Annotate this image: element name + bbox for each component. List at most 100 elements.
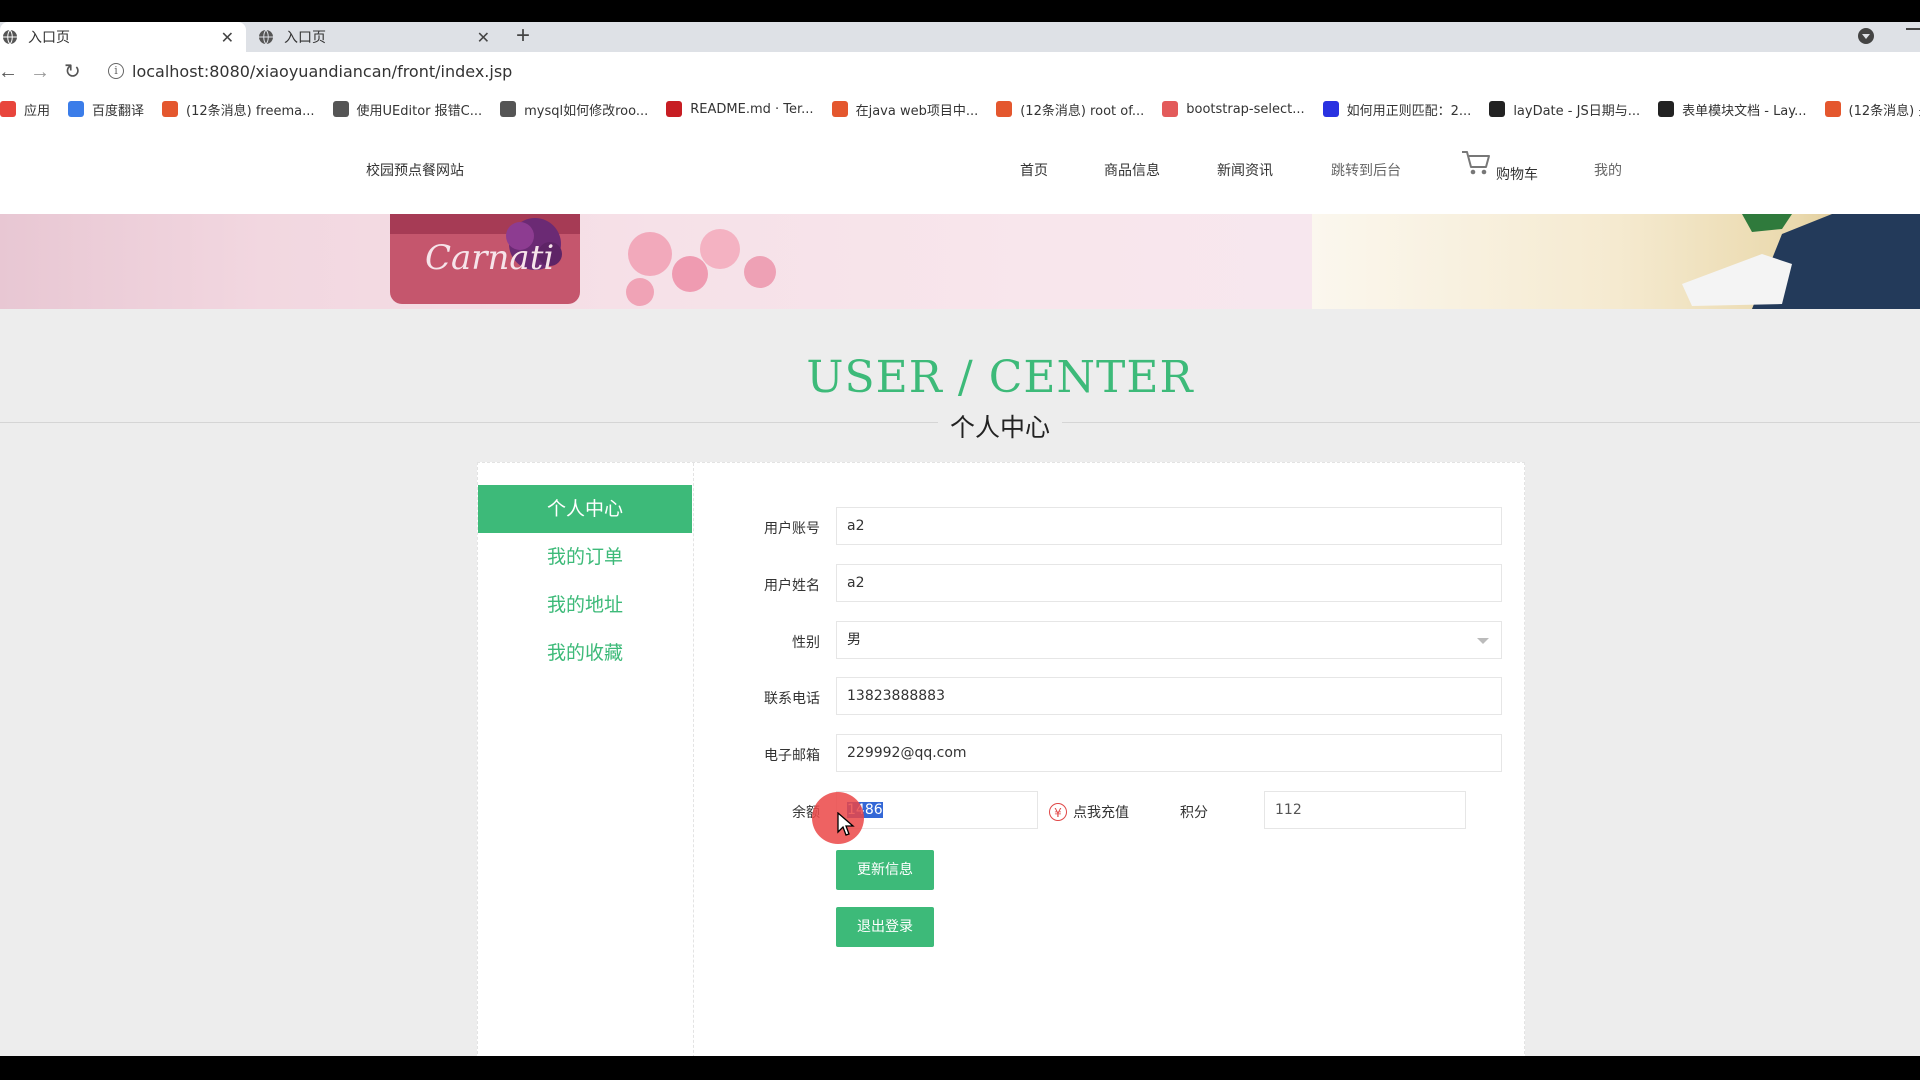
tab-title: 入口页 — [284, 30, 326, 46]
close-tab-icon[interactable]: ✕ — [221, 28, 234, 47]
user-center-panel: 个人中心 我的订单 我的地址 我的收藏 用户账号 a2 用户姓名 a2 性别 男… — [477, 462, 1525, 1056]
update-info-button[interactable]: 更新信息 — [836, 850, 934, 890]
tab-title: 入口页 — [28, 30, 70, 46]
bookmark-label: (12条消息) freema... — [186, 103, 315, 119]
svg-text:Carnati: Carnati — [425, 238, 554, 278]
site-brand[interactable]: 校园预点餐网站 — [366, 160, 464, 180]
banner-product-image — [1682, 214, 1920, 309]
promo-banner[interactable]: Carnati — [0, 214, 1920, 309]
layui-icon — [1658, 101, 1675, 117]
url-field[interactable]: localhost:8080/xiaoyuandiancan/front/ind… — [132, 62, 512, 81]
bookmark-item[interactable]: 百度翻译 — [68, 100, 144, 119]
nav-admin[interactable]: 跳转到后台 — [1331, 160, 1401, 180]
bookmark-item[interactable]: 如何用正则匹配：2... — [1322, 100, 1472, 119]
bookmark-item[interactable]: 在java web项目中... — [831, 100, 979, 119]
bookmark-item[interactable]: bootstrap-select... — [1162, 101, 1305, 117]
bookmark-item[interactable]: README.md · Ter... — [666, 101, 814, 117]
bookmark-label: 表单模块文档 - Lay... — [1682, 103, 1807, 119]
recharge-link[interactable]: ¥ 点我充值 — [1049, 802, 1129, 822]
tab-search-icon[interactable] — [1858, 28, 1874, 44]
page-title-cn: 个人中心 — [938, 408, 1062, 444]
bookmark-item[interactable]: 使用UEditor 报错C... — [332, 100, 483, 119]
bookmarks-bar: 应用 百度翻译 (12条消息) freema... 使用UEditor 报错C... m… — [0, 92, 1920, 127]
bookmark-label: (12条消息) 关于lay... — [1848, 103, 1920, 119]
site-info-icon[interactable]: i — [108, 63, 124, 79]
bookmark-item[interactable]: layDate - JS日期与... — [1489, 100, 1640, 119]
gitee-icon — [666, 101, 683, 117]
sidebar-item-profile[interactable]: 个人中心 — [478, 485, 692, 533]
cnblogs-icon — [1162, 101, 1179, 117]
minimize-icon[interactable] — [1906, 28, 1920, 30]
name-input[interactable]: a2 — [836, 564, 1502, 602]
balance-input[interactable]: 1486 — [836, 791, 1038, 829]
phone-label: 联系电话 — [764, 691, 820, 707]
ghost-icon — [332, 101, 349, 117]
reload-icon[interactable]: ↻ — [64, 62, 81, 82]
nav-mine[interactable]: 我的 — [1594, 160, 1622, 180]
mouse-pointer-icon — [837, 812, 855, 836]
bookmark-label: bootstrap-select... — [1186, 101, 1305, 117]
nav-news[interactable]: 新闻资讯 — [1217, 160, 1273, 180]
baidu-translate-icon — [68, 101, 85, 117]
browser-window: 入口页 ✕ 入口页 ✕ + ← → ↻ i localhost:8080/xia… — [0, 22, 1920, 1056]
name-label: 用户姓名 — [764, 578, 820, 594]
gender-select[interactable]: 男 — [836, 621, 1502, 659]
chevron-down-icon — [1477, 638, 1489, 644]
banner-slide-shoes — [1312, 214, 1920, 309]
bookmark-label: 应用 — [24, 103, 51, 119]
bookmark-label: README.md · Ter... — [690, 101, 814, 117]
site-header: 校园预点餐网站 首页 商品信息 新闻资讯 跳转到后台 购物车 我的 — [0, 126, 1920, 214]
tab-2[interactable]: 入口页 ✕ — [256, 22, 502, 52]
bookmark-label: 使用UEditor 报错C... — [356, 103, 483, 119]
bookmark-item[interactable]: (12条消息) 关于lay... — [1824, 100, 1920, 119]
account-input[interactable]: a2 — [836, 507, 1502, 545]
new-tab-button[interactable]: + — [516, 24, 530, 48]
email-label: 电子邮箱 — [764, 748, 820, 764]
sidebar-item-favorites[interactable]: 我的收藏 — [478, 629, 692, 677]
address-toolbar: ← → ↻ i localhost:8080/xiaoyuandiancan/f… — [0, 52, 1920, 92]
bookmark-item[interactable]: (12条消息) root of... — [996, 100, 1144, 119]
tab-1[interactable]: 入口页 ✕ — [0, 22, 246, 52]
bookmark-item[interactable]: (12条消息) freema... — [162, 100, 315, 119]
bookmark-label: (12条消息) root of... — [1020, 103, 1145, 119]
close-tab-icon[interactable]: ✕ — [477, 28, 490, 47]
nav-cart[interactable]: 购物车 — [1496, 164, 1538, 184]
bookmark-label: 如何用正则匹配：2... — [1346, 103, 1472, 119]
globe-icon — [3, 29, 17, 45]
yen-icon: ¥ — [1049, 803, 1067, 821]
nav-products[interactable]: 商品信息 — [1104, 160, 1160, 180]
sidebar: 个人中心 我的订单 我的地址 我的收藏 — [478, 463, 694, 1056]
bookmark-item[interactable]: 表单模块文档 - Lay... — [1658, 100, 1807, 119]
csdn-icon — [162, 101, 179, 117]
bookmark-label: 在java web项目中... — [855, 103, 979, 119]
sidebar-item-address[interactable]: 我的地址 — [478, 581, 692, 629]
forward-arrow-icon[interactable]: → — [30, 62, 50, 82]
bookmark-item[interactable]: 应用 — [0, 100, 50, 119]
tab-strip: 入口页 ✕ 入口页 ✕ + — [0, 22, 1920, 52]
phone-input[interactable]: 13823888883 — [836, 677, 1502, 715]
globe-icon — [259, 29, 273, 45]
points-label: 积分 — [1180, 805, 1208, 821]
banner-slide-flowers: Carnati — [0, 214, 1312, 309]
gender-label: 性别 — [792, 635, 820, 651]
csdn-icon — [996, 101, 1013, 117]
nav-home[interactable]: 首页 — [1020, 160, 1048, 180]
csdn-icon — [831, 101, 848, 117]
cart-icon[interactable] — [1460, 148, 1492, 178]
layui-icon — [1489, 101, 1506, 117]
ghost-icon — [500, 101, 517, 117]
gender-select-value: 男 — [847, 632, 861, 648]
bookmark-label: 百度翻译 — [92, 103, 145, 119]
sidebar-item-orders[interactable]: 我的订单 — [478, 533, 692, 581]
points-input[interactable]: 112 — [1264, 791, 1466, 829]
back-arrow-icon[interactable]: ← — [0, 62, 18, 82]
account-label: 用户账号 — [764, 521, 820, 537]
page-title-en: USER / CENTER — [806, 352, 1194, 403]
bookmark-label: mysql如何修改roo... — [524, 103, 649, 119]
banner-product-image: Carnati — [390, 214, 776, 306]
logout-button[interactable]: 退出登录 — [836, 907, 934, 947]
bookmark-label: layDate - JS日期与... — [1513, 103, 1641, 119]
bookmark-item[interactable]: mysql如何修改roo... — [500, 100, 648, 119]
balance-label: 余额 — [792, 805, 820, 821]
email-input[interactable]: 229992@qq.com — [836, 734, 1502, 772]
